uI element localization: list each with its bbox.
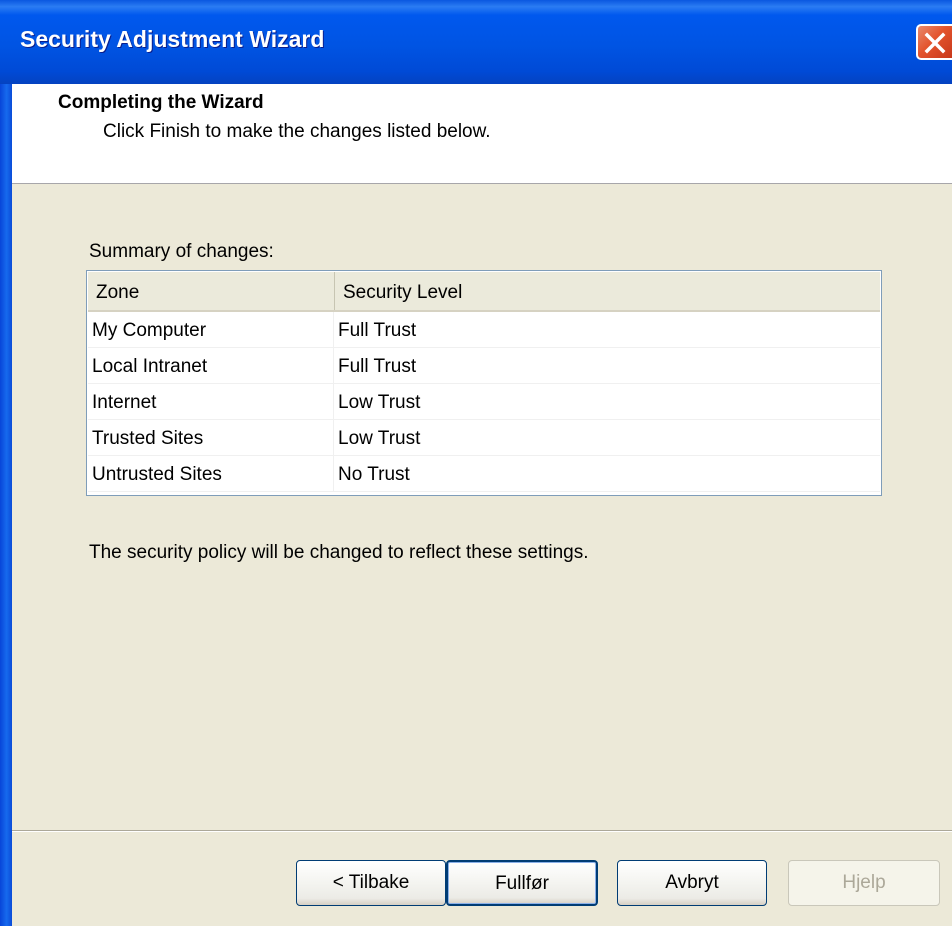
title-bar[interactable]: Security Adjustment Wizard (0, 0, 952, 84)
window-title: Security Adjustment Wizard (20, 26, 325, 52)
column-header-security-level[interactable]: Security Level (334, 272, 880, 310)
zone-cell: My Computer (88, 312, 334, 348)
security-level-cell: No Trust (338, 464, 410, 485)
zone-cell: Internet (88, 384, 334, 420)
finish-button[interactable]: Fullfør (446, 860, 598, 906)
summary-list[interactable]: Zone Security Level My Computer Full Tru… (86, 270, 882, 496)
list-row[interactable]: Untrusted Sites No Trust (88, 456, 880, 492)
zone-cell: Untrusted Sites (88, 456, 334, 492)
back-button[interactable]: < Tilbake (296, 860, 446, 906)
window-frame-left (0, 84, 12, 926)
security-level-cell: Full Trust (338, 356, 417, 377)
policy-change-note: The security policy will be changed to r… (89, 542, 589, 563)
security-level-cell: Low Trust (338, 392, 421, 413)
list-row[interactable]: Internet Low Trust (88, 384, 880, 420)
zone-cell: Local Intranet (88, 348, 334, 384)
footer-divider (12, 830, 952, 832)
summary-label: Summary of changes: (89, 241, 274, 262)
wizard-page-subtitle: Click Finish to make the changes listed … (103, 121, 491, 142)
list-rows: My Computer Full Trust Local Intranet Fu… (88, 312, 880, 492)
security-level-cell: Low Trust (338, 428, 421, 449)
close-button[interactable] (916, 24, 952, 60)
close-icon (924, 32, 946, 54)
wizard-page-title: Completing the Wizard (58, 92, 264, 113)
column-header-zone[interactable]: Zone (88, 272, 334, 310)
security-level-cell: Full Trust (338, 320, 417, 341)
cancel-button[interactable]: Avbryt (617, 860, 767, 906)
wizard-header: Completing the Wizard Click Finish to ma… (12, 84, 952, 184)
list-row[interactable]: My Computer Full Trust (88, 312, 880, 348)
help-button: Hjelp (788, 860, 940, 906)
list-row[interactable]: Local Intranet Full Trust (88, 348, 880, 384)
list-row[interactable]: Trusted Sites Low Trust (88, 420, 880, 456)
list-header: Zone Security Level (88, 272, 880, 312)
zone-cell: Trusted Sites (88, 420, 334, 456)
